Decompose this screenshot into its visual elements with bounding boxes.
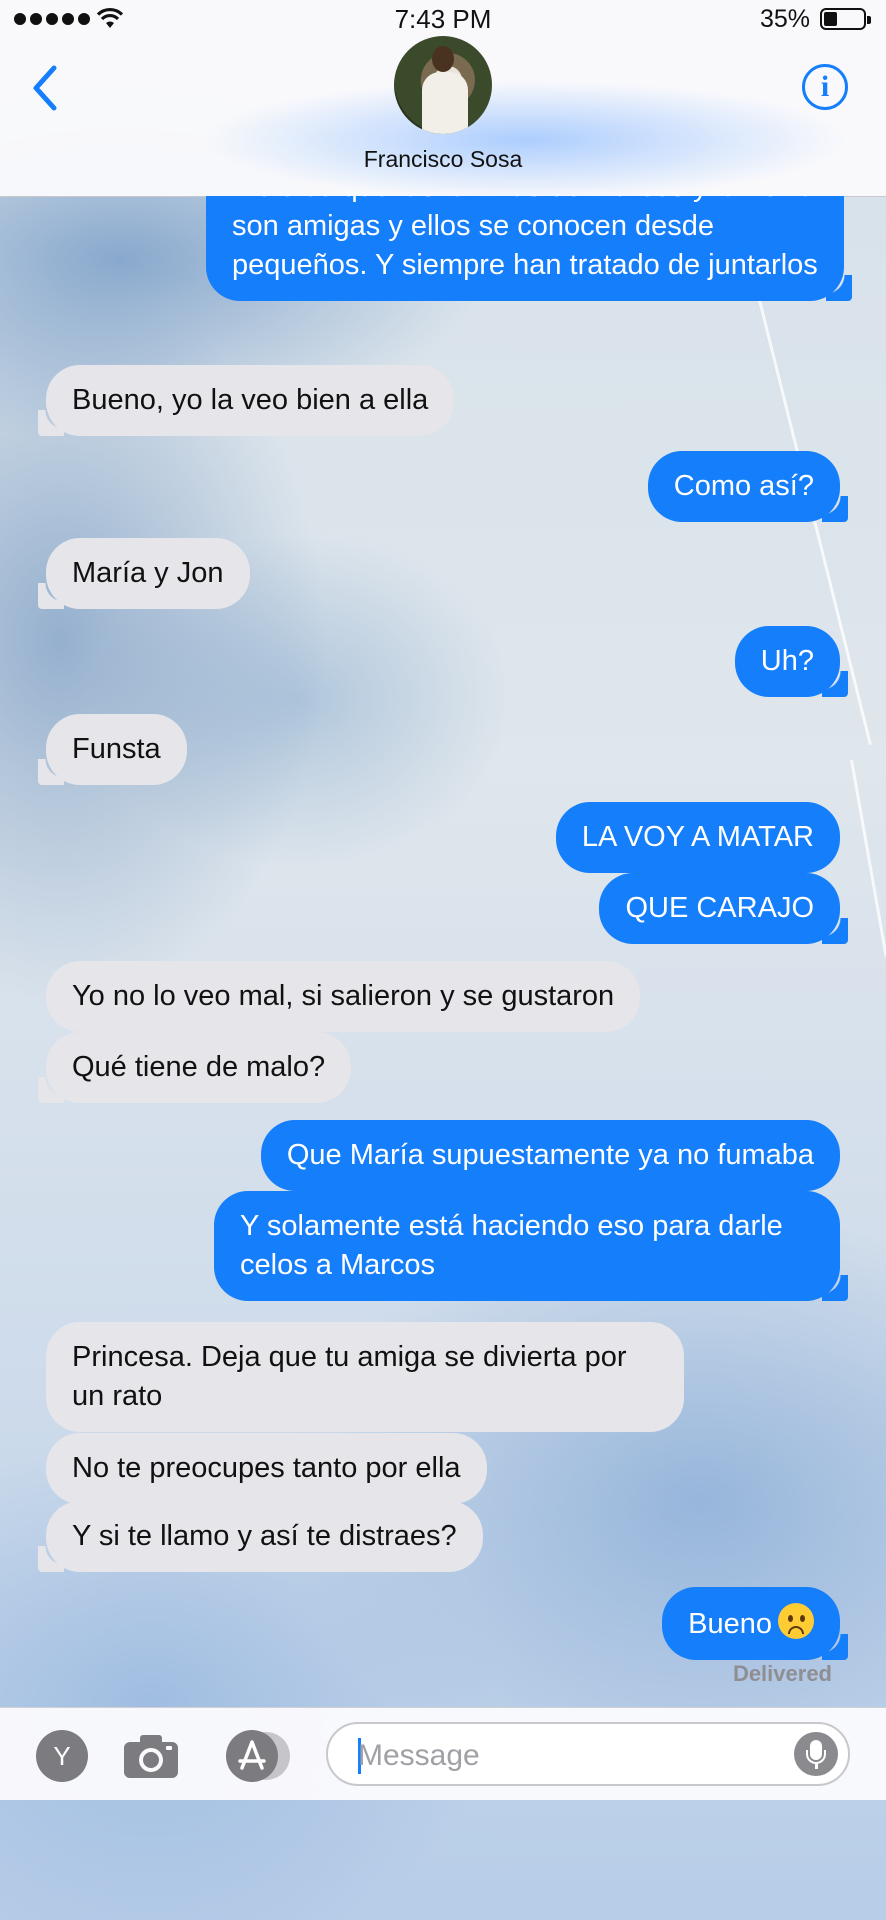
battery-percent: 35%	[759, 5, 810, 33]
message-field[interactable]	[326, 1722, 850, 1786]
message-incoming[interactable]: Funsta	[38, 714, 187, 785]
message-outgoing[interactable]: Me dice que las familias de Marcos y la …	[206, 196, 852, 301]
contact-name[interactable]: Francisco Sosa	[0, 146, 886, 173]
message-outgoing[interactable]: Que María supuestamente ya no fumaba	[260, 1120, 840, 1191]
message-outgoing[interactable]: Y solamente está haciendo eso para darle…	[214, 1191, 848, 1301]
message-outgoing[interactable]: Uh?	[734, 626, 849, 697]
frowning-face-emoji-icon	[778, 1603, 814, 1639]
info-icon[interactable]: i	[802, 64, 848, 110]
message-outgoing[interactable]: QUE CARAJO	[599, 873, 848, 944]
keyboard-area-background	[0, 1800, 886, 1920]
message-incoming[interactable]: Qué tiene de malo?	[37, 1032, 352, 1103]
message-incoming[interactable]: Y si te llamo y así te distraes?	[38, 1501, 483, 1572]
message-input-bar: Y	[0, 1707, 886, 1800]
message-incoming[interactable]: María y Jon	[38, 538, 250, 609]
message-outgoing[interactable]: LA VOY A MATAR	[555, 802, 840, 873]
profile-button[interactable]: Y	[36, 1730, 88, 1782]
camera-icon[interactable]	[122, 1730, 180, 1782]
conversation-header: 7:43 PM 35% Francisco Sosa i	[0, 0, 886, 200]
message-incoming[interactable]: No te preocupes tanto por ella	[46, 1433, 487, 1504]
message-outgoing[interactable]: Bueno	[662, 1587, 848, 1660]
contact-avatar[interactable]	[394, 36, 492, 134]
microphone-icon[interactable]	[794, 1732, 838, 1776]
message-incoming[interactable]: Bueno, yo la veo bien a ella	[37, 365, 455, 436]
message-outgoing[interactable]: Como así?	[647, 451, 849, 522]
status-time: 7:43 PM	[394, 4, 492, 34]
message-list[interactable]: Me dice que las familias de Marcos y la …	[0, 196, 886, 1707]
app-store-icon[interactable]	[222, 1730, 292, 1782]
message-incoming[interactable]: Princesa. Deja que tu amiga se divierta …	[46, 1322, 684, 1432]
battery-icon	[820, 8, 871, 30]
chevron-left-icon[interactable]	[26, 60, 66, 116]
status-bar: 7:43 PM 35%	[0, 0, 886, 40]
message-input[interactable]	[356, 1732, 770, 1780]
message-incoming[interactable]: Yo no lo veo mal, si salieron y se gusta…	[46, 961, 641, 1032]
delivery-status: Delivered	[732, 1661, 832, 1686]
